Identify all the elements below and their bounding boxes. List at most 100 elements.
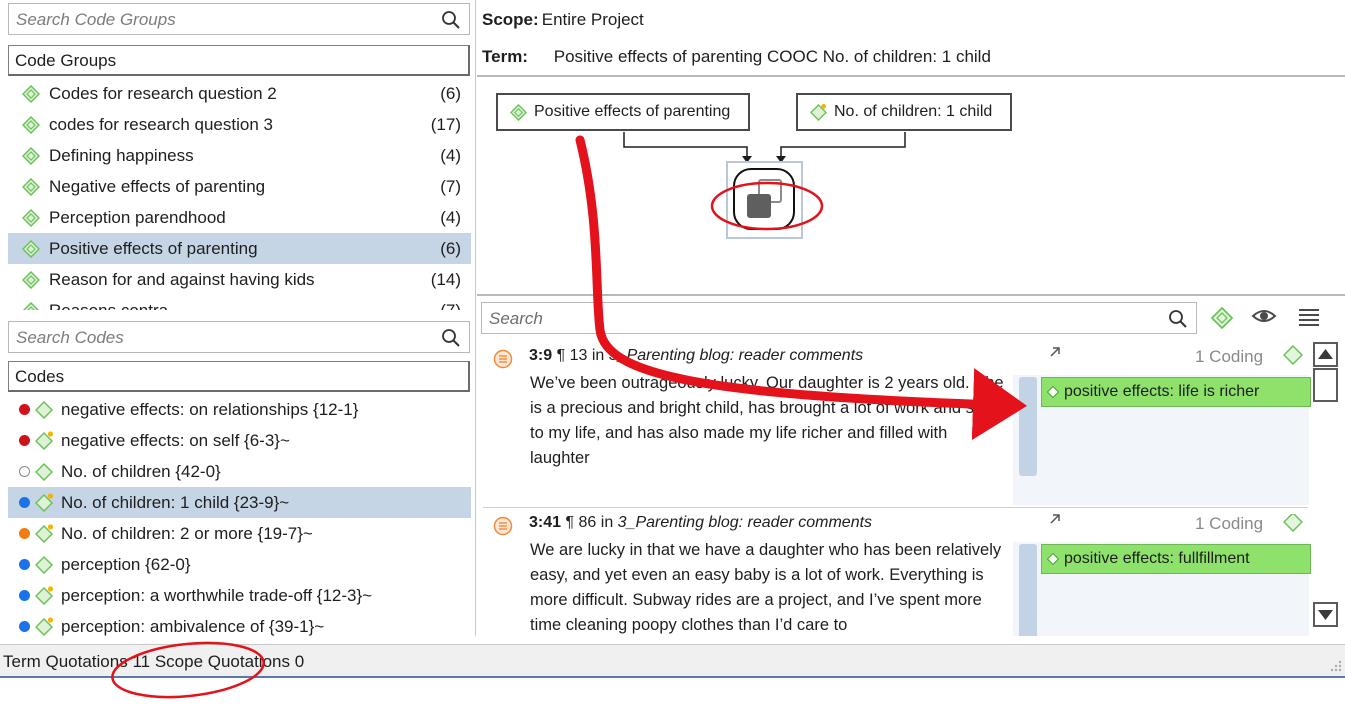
search-icon[interactable]	[1168, 309, 1188, 329]
code-group-count: (6)	[440, 84, 461, 103]
code-group-item[interactable]: Codes for research question 2 (6)	[8, 78, 471, 109]
quotation-search-input[interactable]: Search	[481, 302, 1197, 334]
quotation-text: We are lucky in that we have a daughter …	[530, 541, 1002, 634]
code-icon	[35, 617, 54, 636]
open-quotation-icon[interactable]	[1048, 345, 1062, 359]
code-group-item[interactable]: Reason for and against having kids (14)	[8, 264, 471, 295]
codes-list[interactable]: negative effects: on relationships {12-1…	[8, 394, 471, 636]
resize-grip-icon[interactable]	[1327, 657, 1343, 673]
coding-tag-label: positive effects: life is richer	[1064, 383, 1260, 400]
code-group-item[interactable]: Perception parendhood (4)	[8, 202, 471, 233]
quotation-id: 3:9	[529, 347, 553, 364]
code-item[interactable]: perception {62-0}	[8, 549, 471, 580]
quotation-paragraph: ¶ 86 in	[565, 514, 614, 531]
scroll-thumb[interactable]	[1313, 368, 1338, 402]
code-color-dot	[19, 435, 30, 446]
code-color-dot	[19, 528, 30, 539]
right-pane: Scope: Entire Project Term: Positive eff…	[477, 0, 1345, 636]
code-label: negative effects: on self {6-3}~	[61, 431, 290, 450]
quotation-item[interactable]: 3:41 ¶ 86 in 3_Parenting blog: reader co…	[483, 514, 1313, 636]
coding-tag[interactable]: positive effects: fullfillment	[1041, 544, 1311, 574]
triangle-up-icon	[1318, 349, 1333, 359]
search-icon[interactable]	[441, 10, 461, 30]
quotation-paragraph: ¶ 13 in	[556, 347, 605, 364]
code-group-count: (6)	[440, 239, 461, 258]
code-group-icon	[22, 178, 40, 196]
code-group-label: Perception parendhood	[49, 208, 226, 227]
code-icon[interactable]	[1283, 345, 1303, 365]
code-group-item[interactable]: Defining happiness (4)	[8, 140, 471, 171]
scroll-down-button[interactable]	[1313, 602, 1338, 627]
code-group-search-input[interactable]: Search Code Groups	[8, 3, 470, 35]
code-item[interactable]: negative effects: on self {6-3}~	[8, 425, 471, 456]
code-group-label: Defining happiness	[49, 146, 194, 165]
code-color-dot	[19, 466, 30, 477]
code-group-label: Reason for and against having kids	[49, 270, 315, 289]
quotation-document: 3_Parenting blog: reader comments	[617, 514, 873, 531]
code-item[interactable]: perception: a worthwhile trade-off {12-3…	[8, 580, 471, 611]
scope-quotations-count: Scope Quotations 0	[154, 652, 305, 671]
cooc-operator-node[interactable]	[733, 168, 795, 230]
code-icon	[35, 400, 54, 419]
triangle-down-icon	[1318, 610, 1333, 620]
quotation-header: 3:41 ¶ 86 in 3_Parenting blog: reader co…	[529, 514, 872, 532]
quotation-header: 3:9 ¶ 13 in 3_Parenting blog: reader com…	[529, 347, 863, 365]
scroll-up-button[interactable]	[1313, 342, 1338, 367]
menu-icon[interactable]	[1296, 304, 1322, 330]
quotation-text: We’ve been outrageously lucky. Our daugh…	[530, 374, 1010, 467]
code-label: No. of children: 1 child {23-9}~	[61, 493, 290, 512]
code-label: perception: ambivalence of {39-1}~	[61, 617, 325, 636]
coding-tag-label: positive effects: fullfillment	[1064, 550, 1250, 567]
code-color-dot	[19, 497, 30, 508]
code-icon	[1047, 386, 1059, 398]
code-group-search-placeholder: Search Code Groups	[16, 10, 176, 29]
code-groups-header: Code Groups	[8, 45, 470, 76]
quotation-document: 3_Parenting blog: reader comments	[608, 347, 864, 364]
code-group-icon	[22, 147, 40, 165]
code-item[interactable]: No. of children: 2 or more {19-7}~	[8, 518, 471, 549]
code-item[interactable]: No. of children {42-0}	[8, 456, 471, 487]
code-group-item[interactable]: codes for research question 3 (17)	[8, 109, 471, 140]
code-icon	[35, 555, 54, 574]
quotation-item[interactable]: 3:9 ¶ 13 in 3_Parenting blog: reader com…	[483, 345, 1313, 505]
code-icon	[35, 493, 54, 512]
code-group-item[interactable]: Positive effects of parenting (6)	[8, 233, 471, 264]
code-icon	[35, 462, 54, 481]
code-group-count: (17)	[430, 115, 461, 134]
code-groups-list[interactable]: Codes for research question 2 (6) codes fo…	[8, 78, 471, 310]
margin-area: positive effects: fullfillment	[1013, 542, 1311, 636]
code-item[interactable]: No. of children: 1 child {23-9}~	[8, 487, 471, 518]
code-group-icon	[22, 85, 40, 103]
code-group-icon	[22, 116, 40, 134]
text-quotation-icon	[493, 349, 513, 369]
eye-icon[interactable]	[1251, 303, 1277, 329]
code-color-dot	[19, 621, 30, 632]
code-group-item[interactable]: Reasons contra (7)	[8, 295, 471, 310]
code-group-item[interactable]: Negative effects of parenting (7)	[8, 171, 471, 202]
code-item[interactable]: negative effects: on relationships {12-1…	[8, 394, 471, 425]
code-icon[interactable]	[1283, 514, 1303, 532]
code-group-count: (7)	[440, 295, 461, 310]
code-color-dot	[19, 559, 30, 570]
search-icon[interactable]	[441, 328, 461, 348]
quotation-margin-bar[interactable]	[1019, 544, 1037, 636]
diagram-divider	[477, 294, 1345, 296]
code-label: negative effects: on relationships {12-1…	[61, 400, 359, 419]
codes-header: Codes	[8, 361, 470, 392]
code-color-dot	[19, 404, 30, 415]
show-codes-icon[interactable]	[1209, 305, 1235, 331]
code-search-placeholder: Search Codes	[16, 328, 124, 347]
quotation-margin-bar[interactable]	[1019, 377, 1037, 476]
open-quotation-icon[interactable]	[1048, 514, 1062, 526]
code-icon	[35, 524, 54, 543]
code-group-count: (7)	[440, 177, 461, 196]
code-item[interactable]: perception: ambivalence of {39-1}~	[8, 611, 471, 636]
code-group-count: (14)	[430, 270, 461, 289]
code-group-label: Positive effects of parenting	[49, 239, 258, 258]
results-scrollbar[interactable]	[1312, 340, 1339, 630]
coding-tag[interactable]: positive effects: life is richer	[1041, 377, 1311, 407]
code-search-input[interactable]: Search Codes	[8, 321, 470, 353]
code-group-label: Negative effects of parenting	[49, 177, 266, 196]
coding-count: 1 Coding	[1195, 347, 1264, 366]
code-group-icon	[22, 240, 40, 258]
